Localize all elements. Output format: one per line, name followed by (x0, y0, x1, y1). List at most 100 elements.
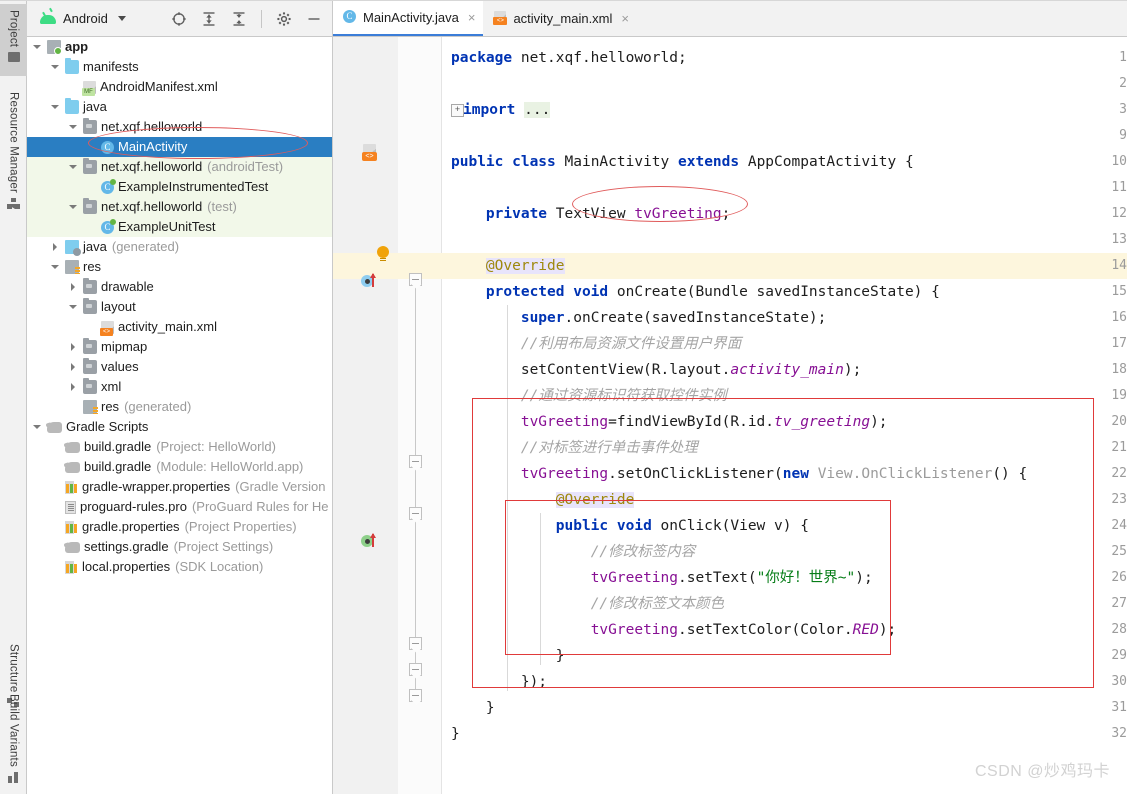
tree-node-exampleunittest[interactable]: C ExampleUnitTest (27, 217, 332, 237)
fold-marker-31[interactable] (409, 689, 422, 705)
tree-node-drawable[interactable]: drawable (27, 277, 332, 297)
tree-node-settings-gradle[interactable]: settings.gradle (Project Settings) (27, 537, 332, 557)
code-line-23[interactable]: @Override (451, 487, 635, 513)
chevron-right-icon[interactable] (69, 282, 78, 292)
chevron-right-icon[interactable] (69, 362, 78, 372)
tree-node-sublabel: (ProGuard Rules for He (191, 499, 329, 514)
code-line-17[interactable]: //利用布局资源文件设置用户界面 (451, 331, 741, 357)
tree-node-net-xqf-helloworld[interactable]: net.xqf.helloworld (27, 117, 332, 137)
hide-icon[interactable] (306, 11, 322, 27)
gear-icon[interactable] (276, 11, 292, 27)
fold-marker-22[interactable] (409, 455, 422, 471)
code-line-21[interactable]: //对标签进行单击事件处理 (451, 435, 698, 461)
collapse-all-icon[interactable] (231, 11, 247, 27)
tree-node-net-xqf-helloworld[interactable]: net.xqf.helloworld (test) (27, 197, 332, 217)
code-line-25[interactable]: //修改标签内容 (451, 539, 695, 565)
fold-marker-30[interactable] (409, 663, 422, 679)
tree-node-net-xqf-helloworld[interactable]: net.xqf.helloworld (androidTest) (27, 157, 332, 177)
tree-node-label: app (65, 39, 89, 54)
tree-node-activity-main-xml[interactable]: activity_main.xml (27, 317, 332, 337)
tree-node-local-properties[interactable]: local.properties (SDK Location) (27, 557, 332, 577)
chevron-down-icon[interactable] (51, 63, 60, 72)
select-opened-file-icon[interactable] (171, 11, 187, 27)
project-tree[interactable]: app manifests AndroidManifest.xml java net.x… (27, 37, 332, 794)
fold-gutter[interactable] (398, 37, 441, 794)
chevron-right-icon[interactable] (69, 342, 78, 352)
code-line-12[interactable]: private TextView tvGreeting; (451, 201, 730, 227)
gradle-icon (65, 441, 80, 453)
implementing-method-icon[interactable] (361, 533, 381, 548)
code-line-20[interactable]: tvGreeting=findViewById(R.id.tv_greeting… (451, 409, 888, 435)
tree-node-xml[interactable]: xml (27, 377, 332, 397)
code-line-27[interactable]: //修改标签文本颜色 (451, 591, 724, 617)
code-line-31[interactable]: } (451, 695, 495, 721)
close-icon[interactable]: × (468, 10, 476, 25)
tree-node-build-gradle[interactable]: build.gradle (Project: HelloWorld) (27, 437, 332, 457)
chevron-down-icon[interactable] (69, 123, 78, 132)
chevron-right-icon[interactable] (51, 242, 60, 252)
chevron-down-icon[interactable] (33, 43, 42, 52)
tool-window-button-build-variants[interactable]: Build Variants (0, 688, 27, 790)
code-line-22[interactable]: tvGreeting.setOnClickListener(new View.O… (451, 461, 1027, 487)
chevron-down-icon[interactable] (69, 303, 78, 312)
tree-node-layout[interactable]: layout (27, 297, 332, 317)
intention-bulb-icon[interactable] (377, 246, 389, 262)
tool-window-button-resource-manager[interactable]: Resource Manager (0, 86, 27, 246)
code-line-14[interactable]: @Override (451, 253, 565, 279)
tree-node-androidmanifest-xml[interactable]: AndroidManifest.xml (27, 77, 332, 97)
tree-node-build-gradle[interactable]: build.gradle (Module: HelloWorld.app) (27, 457, 332, 477)
expand-all-icon[interactable] (201, 11, 217, 27)
overriding-method-icon[interactable] (361, 273, 381, 288)
tree-node-label: build.gradle (84, 459, 152, 474)
tree-node-res[interactable]: res (27, 257, 332, 277)
chevron-right-icon[interactable] (69, 382, 78, 392)
chevron-down-icon[interactable] (117, 15, 126, 21)
tool-window-button-project[interactable]: Project (0, 4, 27, 76)
tree-node-mipmap[interactable]: mipmap (27, 337, 332, 357)
fold-marker-15[interactable] (409, 273, 422, 289)
code-line-1[interactable]: package net.xqf.helloworld; (451, 45, 687, 71)
code-line-19[interactable]: //通过资源标识符获取控件实例 (451, 383, 727, 409)
code-line-30[interactable]: }); (451, 669, 547, 695)
tree-node-gradle-scripts[interactable]: Gradle Scripts (27, 417, 332, 437)
fold-marker-24[interactable] (409, 507, 422, 523)
code-editor[interactable]: 1 2 3 9 10 11 12 13 14 15 16 17 18 19 20 21 22 23 24 25 26 27… (333, 37, 1127, 794)
chevron-down-icon[interactable] (69, 163, 78, 172)
tree-node-sublabel: (test) (207, 199, 237, 214)
chevron-down-icon[interactable] (51, 103, 60, 112)
tree-node-values[interactable]: values (27, 357, 332, 377)
editor-tab-mainactivity-java[interactable]: C MainActivity.java × (333, 0, 484, 36)
tree-node-proguard-rules-pro[interactable]: proguard-rules.pro (ProGuard Rules for He (27, 497, 332, 517)
tree-node-label: net.xqf.helloworld (101, 199, 203, 214)
xml-layout-gutter-icon[interactable]: <> (361, 144, 379, 162)
code-line-18[interactable]: setContentView(R.layout.activity_main); (451, 357, 861, 383)
code-line-15[interactable]: protected void onCreate(Bundle savedInst… (451, 279, 940, 305)
code-line-3[interactable]: + import ... (451, 97, 551, 123)
code-text[interactable]: package net.xqf.helloworld; + import ... pu… (441, 37, 1127, 794)
tree-node-exampleinstrumentedtest[interactable]: C ExampleInstrumentedTest (27, 177, 332, 197)
code-line-10[interactable]: public class MainActivity extends AppCom… (451, 149, 914, 175)
tree-node-gradle-wrapper-properties[interactable]: gradle-wrapper.properties (Gradle Version (27, 477, 332, 497)
tree-node-gradle-properties[interactable]: gradle.properties (Project Properties) (27, 517, 332, 537)
code-line-32[interactable]: } (451, 721, 460, 747)
tree-node-mainactivity[interactable]: C MainActivity (27, 137, 332, 157)
tree-node-manifests[interactable]: manifests (27, 57, 332, 77)
project-view-selector-label[interactable]: Android (63, 11, 108, 26)
tree-node-res[interactable]: res (generated) (27, 397, 332, 417)
project-panel-header: Android (27, 0, 332, 37)
chevron-down-icon[interactable] (33, 423, 42, 432)
editor-tab-activity_main-xml[interactable]: <> activity_main.xml × (483, 0, 637, 36)
code-line-28[interactable]: tvGreeting.setTextColor(Color.RED); (451, 617, 897, 643)
fold-marker-29[interactable] (409, 637, 422, 653)
chevron-down-icon[interactable] (69, 203, 78, 212)
chevron-down-icon[interactable] (51, 263, 60, 272)
tree-node-java[interactable]: java (27, 97, 332, 117)
close-icon[interactable]: × (621, 11, 629, 26)
tree-node-java[interactable]: java (generated) (27, 237, 332, 257)
code-line-24[interactable]: public void onClick(View v) { (451, 513, 809, 539)
code-line-26[interactable]: tvGreeting.setText("你好！世界~"); (451, 565, 873, 591)
manifest-icon (82, 80, 96, 96)
tree-node-app[interactable]: app (27, 37, 332, 57)
